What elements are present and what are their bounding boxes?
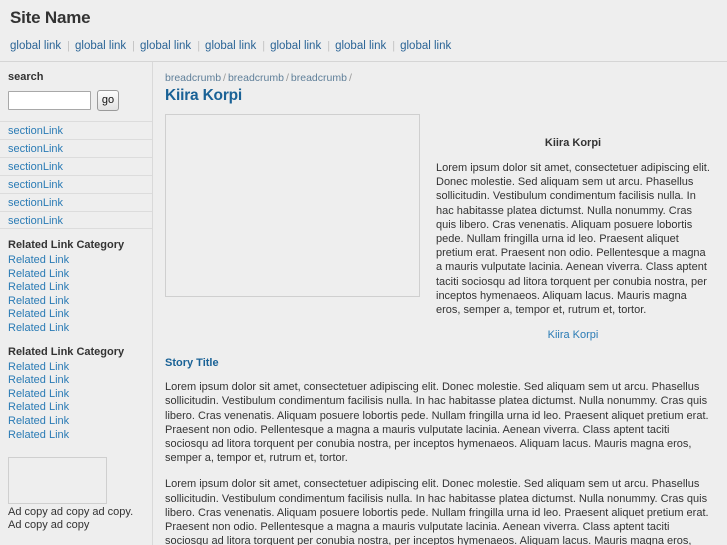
related-link-2-6[interactable]: Related Link	[8, 429, 69, 441]
related-link-item[interactable]: Related Link	[8, 388, 144, 402]
related-link-category-title: Related Link Category	[8, 345, 125, 358]
global-nav-link-2[interactable]: global link	[75, 40, 126, 52]
feature-body: Lorem ipsum dolor sit amet, consectetuer…	[436, 162, 710, 317]
global-nav-separator: |	[132, 40, 136, 52]
breadcrumb-separator: /	[348, 72, 352, 84]
related-link-item[interactable]: Related Link	[8, 308, 144, 322]
search-go-button[interactable]: go	[97, 90, 119, 111]
feature-text: Kiira Korpi Lorem ipsum dolor sit amet, …	[436, 114, 710, 341]
feature-caption-link[interactable]: Kiira Korpi	[548, 329, 599, 341]
breadcrumb-separator: /	[223, 72, 226, 84]
search-input[interactable]	[8, 91, 91, 110]
related-link-item[interactable]: Related Link	[8, 281, 144, 295]
related-link-group-1: Related Link Category Related Link Related…	[0, 229, 152, 336]
related-link-category-title: Related Link Category	[8, 239, 125, 251]
section-link-item[interactable]: sectionLink	[0, 139, 152, 157]
story-1: Story Title Lorem ipsum dolor sit amet, c…	[165, 357, 710, 545]
section-link-6[interactable]: sectionLink	[8, 215, 63, 227]
ad-image-placeholder[interactable]	[8, 457, 107, 505]
related-link-item[interactable]: Related Link	[8, 322, 144, 336]
related-link-item[interactable]: Related Link	[8, 254, 144, 268]
search-label: search	[8, 71, 44, 83]
feature-image-placeholder	[165, 114, 420, 297]
section-link-item[interactable]: sectionLink	[0, 193, 152, 211]
section-link-item[interactable]: sectionLink	[0, 157, 152, 175]
section-link-item[interactable]: sectionLink	[0, 121, 152, 139]
global-nav-separator: |	[327, 40, 331, 52]
related-link-item[interactable]: Related Link	[8, 415, 144, 429]
related-link-item[interactable]: Related Link	[8, 429, 144, 443]
related-groups: Related Link Category Related Link Related…	[0, 229, 152, 442]
breadcrumb: breadcrumb / breadcrumb / breadcrumb /	[165, 72, 710, 85]
sidebar: search go sectionLink sectionLink sectionL…	[0, 62, 153, 545]
global-nav-separator: |	[262, 40, 266, 52]
section-link-1[interactable]: sectionLink	[8, 125, 63, 137]
related-link-item[interactable]: Related Link	[8, 374, 144, 388]
page-root: Site Name global link | global link | global…	[0, 0, 727, 545]
feature-block: Kiira Korpi Lorem ipsum dolor sit amet, …	[165, 114, 710, 341]
site-header: Site Name global link | global link | global…	[0, 0, 727, 62]
search-row: go	[8, 90, 144, 111]
global-navigation: global link | global link | global link | glob…	[0, 39, 727, 62]
page-title: Kiira Korpi	[165, 87, 243, 104]
ad-block: Ad copy ad copy ad copy. Ad copy ad copy	[0, 442, 152, 532]
section-link-2[interactable]: sectionLink	[8, 143, 63, 155]
section-link-item[interactable]: sectionLink	[0, 175, 152, 193]
section-link-5[interactable]: sectionLink	[8, 197, 63, 209]
feature-heading: Kiira Korpi	[544, 137, 602, 149]
global-nav-link-6[interactable]: global link	[335, 40, 386, 52]
related-link-2-5[interactable]: Related Link	[8, 415, 69, 427]
global-nav-link-1[interactable]: global link	[10, 40, 61, 52]
related-link-1-4[interactable]: Related Link	[8, 295, 69, 307]
related-link-1-2[interactable]: Related Link	[8, 268, 69, 280]
related-link-1-5[interactable]: Related Link	[8, 308, 69, 320]
global-nav-link-5[interactable]: global link	[270, 40, 321, 52]
related-link-1-1[interactable]: Related Link	[8, 254, 69, 266]
global-nav-link-4[interactable]: global link	[205, 40, 256, 52]
related-link-2-2[interactable]: Related Link	[8, 374, 69, 386]
global-nav-link-7[interactable]: global link	[400, 40, 451, 52]
section-link-item[interactable]: sectionLink	[0, 211, 152, 229]
global-nav-separator: |	[392, 40, 396, 52]
related-link-2-4[interactable]: Related Link	[8, 401, 69, 413]
related-link-item[interactable]: Related Link	[8, 361, 144, 375]
related-link-1-3[interactable]: Related Link	[8, 281, 69, 293]
section-link-3[interactable]: sectionLink	[8, 161, 63, 173]
breadcrumb-link-3[interactable]: breadcrumb	[291, 72, 347, 84]
related-link-2-3[interactable]: Related Link	[8, 388, 69, 400]
related-link-item[interactable]: Related Link	[8, 295, 144, 309]
related-link-2-1[interactable]: Related Link	[8, 361, 69, 373]
global-nav-link-3[interactable]: global link	[140, 40, 191, 52]
related-link-item[interactable]: Related Link	[8, 401, 144, 415]
related-link-item[interactable]: Related Link	[8, 268, 144, 282]
site-title: Site Name	[10, 8, 91, 27]
breadcrumb-separator: /	[285, 72, 289, 84]
related-link-list: Related Link Related Link Related Link Rela…	[8, 361, 144, 443]
section-link-list: sectionLink sectionLink sectionLink section…	[0, 121, 152, 229]
main-content: breadcrumb / breadcrumb / breadcrumb / Kiira …	[153, 62, 727, 545]
global-nav-separator: |	[197, 40, 201, 52]
related-link-group-2: Related Link Category Related Link Related…	[0, 336, 152, 443]
story-title: Story Title	[165, 357, 219, 370]
breadcrumb-link-2[interactable]: breadcrumb	[228, 72, 284, 84]
story-paragraph-2: Lorem ipsum dolor sit amet, consectetuer…	[165, 478, 709, 545]
related-link-1-6[interactable]: Related Link	[8, 322, 69, 334]
global-nav-separator: |	[67, 40, 71, 52]
story-paragraph-1: Lorem ipsum dolor sit amet, consectetuer…	[165, 381, 709, 465]
story-list: Story Title Lorem ipsum dolor sit amet, c…	[165, 357, 710, 545]
related-link-list: Related Link Related Link Related Link Rela…	[8, 254, 144, 336]
body-columns: search go sectionLink sectionLink sectionL…	[0, 62, 727, 545]
ad-copy: Ad copy ad copy ad copy. Ad copy ad copy	[8, 506, 134, 532]
feature-caption: Kiira Korpi	[436, 329, 710, 341]
breadcrumb-link-1[interactable]: breadcrumb	[165, 72, 221, 84]
search-block: search go	[0, 62, 152, 121]
section-link-4[interactable]: sectionLink	[8, 179, 63, 191]
